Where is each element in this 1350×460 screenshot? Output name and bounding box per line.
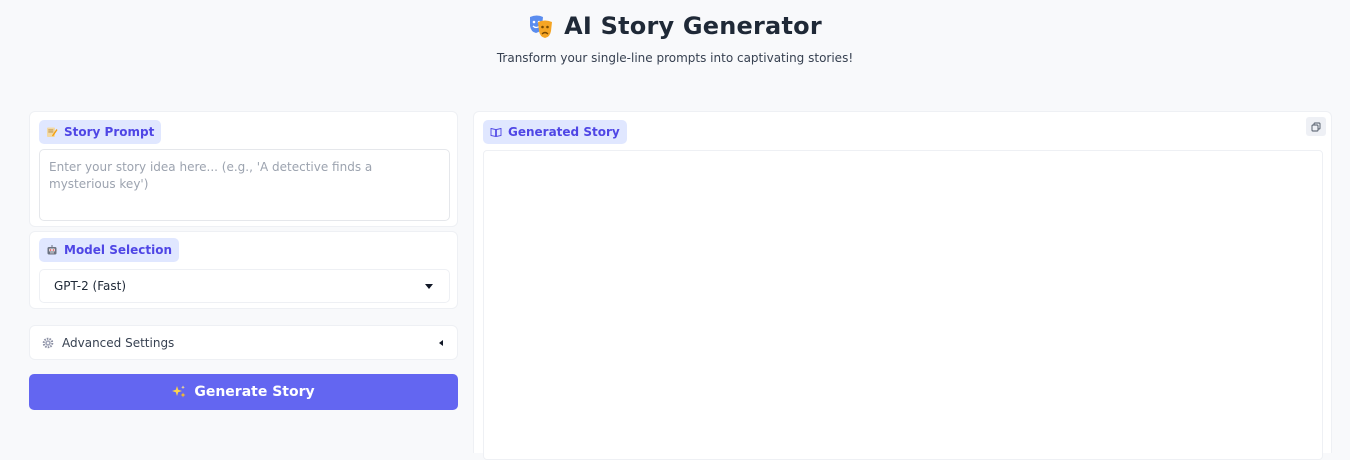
sparkles-icon: [172, 385, 186, 398]
story-prompt-input[interactable]: [39, 149, 450, 221]
generated-story-label: Generated Story: [483, 120, 627, 144]
chevron-down-icon: [425, 283, 433, 289]
advanced-settings-toggle[interactable]: Advanced Settings: [29, 325, 458, 360]
book-icon: [490, 127, 502, 138]
story-prompt-label-text: Story Prompt: [64, 125, 155, 139]
model-selection-card: Model Selection GPT-2 (Fast): [29, 231, 458, 309]
theater-masks-icon: [528, 13, 554, 39]
chevron-left-icon: [439, 339, 443, 346]
robot-icon: [47, 245, 57, 255]
model-dropdown-value: GPT-2 (Fast): [54, 279, 127, 293]
story-prompt-card: Story Prompt: [29, 111, 458, 227]
app-header: AI Story Generator Transform your single…: [0, 0, 1350, 100]
model-dropdown[interactable]: GPT-2 (Fast): [39, 269, 450, 303]
gear-icon: [42, 337, 54, 348]
generate-story-label: Generate Story: [194, 384, 315, 400]
memo-icon: [47, 127, 58, 137]
output-panel: Generated Story: [473, 111, 1332, 460]
page-title: AI Story Generator: [564, 12, 822, 40]
generated-story-output[interactable]: [483, 150, 1323, 460]
copy-icon: [1311, 122, 1321, 131]
model-selection-label-text: Model Selection: [64, 243, 172, 257]
generate-story-button[interactable]: Generate Story: [29, 374, 458, 410]
advanced-settings-label: Advanced Settings: [62, 335, 175, 350]
title-row: AI Story Generator: [0, 12, 1350, 40]
generated-story-label-text: Generated Story: [508, 125, 620, 139]
model-selection-label: Model Selection: [39, 238, 179, 262]
copy-button[interactable]: [1306, 117, 1326, 136]
page-subtitle: Transform your single-line prompts into …: [496, 51, 854, 65]
story-prompt-label: Story Prompt: [39, 120, 162, 144]
